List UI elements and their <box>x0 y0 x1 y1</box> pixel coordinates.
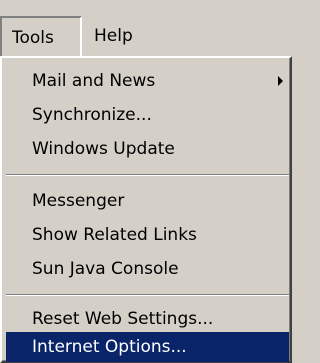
submenu-arrow-icon <box>278 76 283 86</box>
menu-item-messenger[interactable]: Messenger <box>6 186 289 216</box>
menu-item-synchronize[interactable]: Synchronize... <box>6 100 289 130</box>
menu-item-mail-and-news[interactable]: Mail and News <box>6 66 289 96</box>
menu-item-label: Show Related Links <box>32 225 197 245</box>
menu-separator <box>6 174 289 176</box>
menu-item-label: Reset Web Settings... <box>32 309 214 329</box>
menu-item-label: Internet Options... <box>32 337 187 357</box>
menu-item-sun-java-console[interactable]: Sun Java Console <box>6 254 289 284</box>
menu-item-reset-web-settings[interactable]: Reset Web Settings... <box>6 304 289 334</box>
menu-separator <box>6 294 289 296</box>
menu-item-label: Windows Update <box>32 139 175 159</box>
menu-item-label: Synchronize... <box>32 105 152 125</box>
menu-tools[interactable]: Tools <box>0 16 82 56</box>
menu-item-label: Sun Java Console <box>32 259 179 279</box>
menu-item-show-related-links[interactable]: Show Related Links <box>6 220 289 250</box>
menu-help[interactable]: Help <box>88 16 158 56</box>
menu-item-internet-options[interactable]: Internet Options... <box>6 332 289 362</box>
tools-dropdown-menu: Mail and News Synchronize... Windows Upd… <box>0 56 292 363</box>
tools-menu-window: Tools Help Mail and News Synchronize... … <box>0 0 292 363</box>
menu-item-label: Messenger <box>32 191 125 211</box>
menu-item-label: Mail and News <box>32 71 156 91</box>
menu-item-windows-update[interactable]: Windows Update <box>6 134 289 164</box>
menu-bar: Tools Help <box>0 0 292 58</box>
